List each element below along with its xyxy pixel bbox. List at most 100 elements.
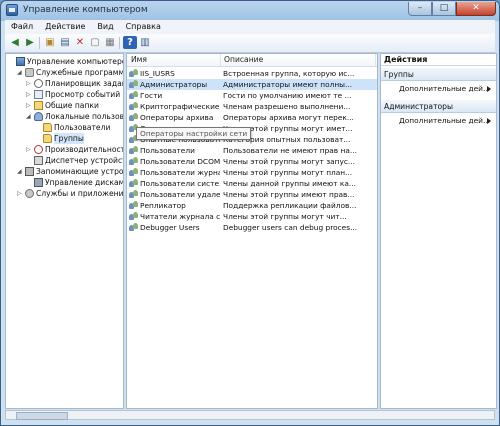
table-row[interactable]: Криптографические ... Членам разрешено вы… (127, 101, 377, 112)
tree-node[interactable]: ◢ Локальные пользовате (26, 111, 124, 122)
group-name-cell: Администраторы (140, 80, 208, 89)
users-icon (34, 112, 43, 121)
tree-node[interactable]: Управление компьютером (л (8, 56, 123, 67)
group-description-cell: Операторы архива могут перек... (223, 113, 354, 122)
group-description-cell: Членам разрешено выполнени... (223, 102, 351, 111)
table-row[interactable]: IIS_IUSRS Встроенная группа, которую ис..… (127, 68, 377, 79)
expand-arrow-icon[interactable]: ▷ (26, 78, 33, 89)
table-row[interactable]: Репликатор Поддержка репликации файлов... (127, 200, 377, 211)
group-name-cell: Debugger Users (140, 223, 200, 232)
group-icon (129, 179, 138, 188)
close-button[interactable]: ✕ (456, 2, 496, 16)
tree-node[interactable]: ▷ Производительность (26, 144, 124, 155)
tree-node[interactable]: Диспетчер устройств (26, 155, 124, 166)
tree-node-label: Служебные программы (36, 68, 124, 77)
show-hide-actions-icon[interactable]: ▥ (138, 36, 152, 49)
column-divider[interactable] (220, 54, 221, 66)
table-row[interactable]: Операторы архива Операторы архива могут п… (127, 112, 377, 123)
tree-node[interactable]: Группы (35, 133, 121, 144)
performance-icon (34, 145, 43, 154)
column-description-header[interactable]: Описание (224, 55, 263, 64)
group-description-cell: Члены данной группы имеют ка... (223, 179, 356, 188)
tree-node[interactable]: ▷ Общие папки (26, 100, 121, 111)
column-divider[interactable] (375, 54, 376, 66)
menu-action[interactable]: Действие (39, 20, 91, 34)
help-icon[interactable]: ? (123, 36, 137, 49)
export-icon[interactable]: ▦ (103, 36, 117, 49)
menu-file[interactable]: Файл (5, 20, 39, 34)
menu-help[interactable]: Справка (120, 20, 167, 34)
table-row[interactable]: Читатели журнала с... Члены этой группы м… (127, 211, 377, 222)
expand-arrow-icon[interactable]: ▷ (17, 188, 24, 199)
tree-node[interactable]: ▷ Планировщик заданий (26, 78, 123, 89)
table-row[interactable]: Администраторы Администраторы имеют полны… (127, 79, 377, 90)
tools-icon (25, 68, 34, 77)
group-name-cell: Гости (140, 91, 163, 100)
table-row[interactable]: Пользователи журна...Члены этой группы м… (127, 167, 377, 178)
group-name-cell: Пользователи (140, 146, 195, 155)
up-folder-icon[interactable]: ▣ (43, 36, 57, 49)
group-description-cell: Debugger users can debug proces... (223, 223, 358, 232)
tooltip: Операторы настройки сети (136, 127, 252, 140)
list-header: Имя Описание (127, 54, 377, 67)
horizontal-scrollbar[interactable] (5, 410, 495, 420)
tree-node-label: Производительность (45, 145, 124, 154)
tree-node[interactable]: ◢ Служебные программы (17, 67, 124, 78)
tree-node[interactable]: Пользователи (35, 122, 121, 133)
collapse-arrow-icon[interactable]: ◢ (26, 111, 33, 122)
disk-icon (34, 178, 43, 187)
tree-node-label: Пользователи (54, 123, 111, 132)
table-row[interactable]: Пользователи систе... Члены данной группы… (127, 178, 377, 189)
tree-node[interactable]: ▷ Просмотр событий (26, 89, 121, 100)
more-actions-administrators[interactable]: Дополнительные дей... (399, 115, 495, 126)
tree-node-label: Планировщик заданий (45, 79, 123, 88)
toolbar-separator (39, 37, 40, 49)
title-bar[interactable]: Управление компьютером – □ ✕ (1, 1, 499, 20)
storage-icon (25, 167, 34, 176)
group-name-cell: Пользователи систе... (140, 179, 220, 188)
group-name-cell: Репликатор (140, 201, 186, 210)
window-controls: – □ ✕ (408, 2, 496, 17)
column-name-header[interactable]: Имя (131, 55, 147, 64)
expand-arrow-icon[interactable]: ▷ (26, 144, 33, 155)
table-row[interactable]: Пользователи DCOM Члены этой группы могут… (127, 156, 377, 167)
group-icon (129, 201, 138, 210)
menu-view[interactable]: Вид (91, 20, 119, 34)
tree-node-label: Диспетчер устройств (45, 156, 124, 165)
tree-node[interactable]: ◢ Запоминающие устройств (17, 166, 123, 177)
table-row[interactable]: Гости Гости по умолчанию имеют те ... (127, 90, 377, 101)
computer-icon (16, 57, 25, 66)
show-hide-tree-icon[interactable]: ▤ (58, 36, 72, 49)
tree-node[interactable]: ▷ Службы и приложения (17, 188, 123, 199)
actions-section-groups[interactable]: Группы (381, 68, 496, 81)
table-row[interactable]: Debugger Users Debugger users can debug p… (127, 222, 377, 233)
forward-icon[interactable]: ▶ (23, 36, 37, 49)
scrollbar-thumb[interactable] (16, 412, 68, 420)
maximize-button[interactable]: □ (432, 2, 456, 16)
actions-title: Действия (381, 54, 496, 66)
tree-node-label: Локальные пользовате (45, 112, 124, 121)
table-row[interactable]: Пользователи Пользователи не имеют прав н… (127, 145, 377, 156)
back-icon[interactable]: ◀ (8, 36, 22, 49)
group-description-cell: Члены этой группы могут чит... (223, 212, 347, 221)
minimize-button[interactable]: – (408, 2, 432, 16)
table-row[interactable]: Пользователи удале... Члены этой группы и… (127, 189, 377, 200)
more-actions-label: Дополнительные дей... (399, 116, 491, 125)
more-actions-groups[interactable]: Дополнительные дей... (399, 83, 495, 94)
group-description-cell: Члены этой группы имеют прав... (223, 190, 355, 199)
properties-icon[interactable]: ▢ (88, 36, 102, 49)
delete-icon[interactable]: ✕ (73, 36, 87, 49)
group-list: Имя Описание IIS_IUSRS Встроенная группа,… (126, 53, 378, 409)
services-icon (25, 189, 34, 198)
group-icon (129, 146, 138, 155)
expand-arrow-icon[interactable]: ▷ (26, 89, 33, 100)
expand-arrow-icon[interactable]: ▷ (26, 100, 33, 111)
group-icon (129, 223, 138, 232)
tree-node-label: Общие папки (45, 101, 99, 110)
actions-section-administrators[interactable]: Администраторы (381, 100, 496, 113)
folder-icon (43, 123, 52, 132)
collapse-arrow-icon[interactable]: ◢ (17, 166, 24, 177)
group-description-cell: Члены этой группы могут план... (223, 168, 353, 177)
tree-node[interactable]: Управление дисками (26, 177, 123, 188)
collapse-arrow-icon[interactable]: ◢ (17, 67, 24, 78)
